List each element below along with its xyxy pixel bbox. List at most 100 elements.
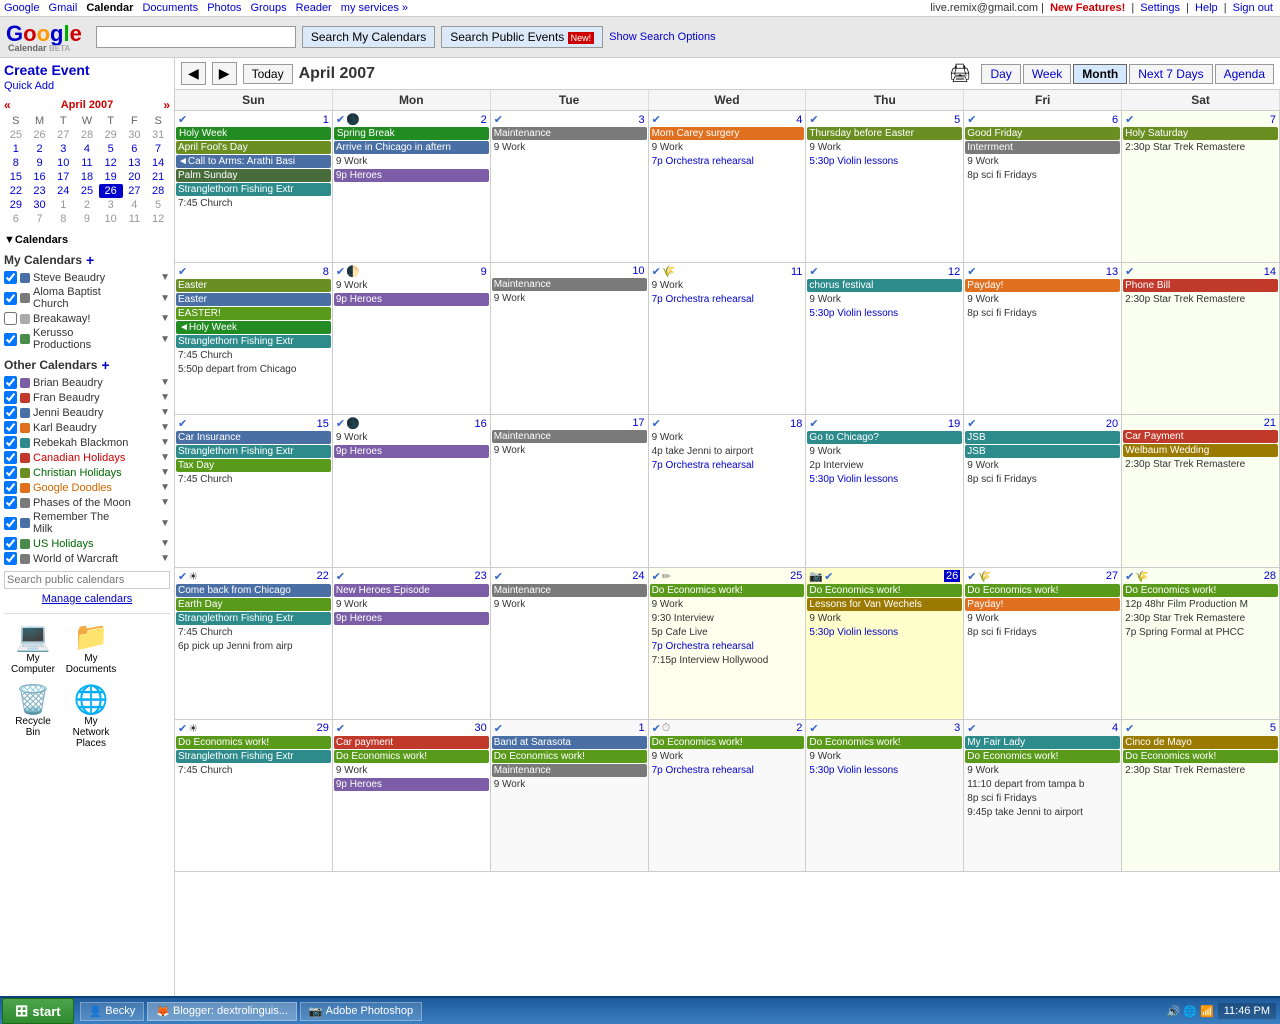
day-number-12[interactable]: 12	[948, 266, 960, 278]
checkmark-icon[interactable]: ✔	[1125, 113, 1134, 126]
checkmark-icon[interactable]: ✔	[1125, 570, 1134, 583]
view-week-button[interactable]: Week	[1023, 64, 1071, 84]
event-8p-scifi-13[interactable]: 8p sci fi Fridays	[965, 307, 1120, 320]
event-9p-heroes-30[interactable]: 9p Heroes	[334, 778, 489, 791]
event-8p-scifi-m4[interactable]: 8p sci fi Fridays	[965, 792, 1120, 805]
event-holy-saturday[interactable]: Holy Saturday	[1123, 127, 1278, 140]
mini-cal-today[interactable]: 26	[99, 184, 123, 198]
event-arrive-chicago[interactable]: Arrive in Chicago in aftern	[334, 141, 489, 154]
event-april-fools[interactable]: April Fool's Day	[176, 141, 331, 154]
mini-cal-day[interactable]: 24	[51, 184, 75, 198]
nav-photos[interactable]: Photos	[207, 2, 241, 14]
checkmark-icon[interactable]: ✔	[178, 265, 187, 278]
mini-cal-day[interactable]: 9	[75, 212, 99, 226]
event-9-work-6[interactable]: 9 Work	[965, 155, 1120, 168]
event-9-work-m4[interactable]: 9 Work	[965, 764, 1120, 777]
event-holy-week[interactable]: Holy Week	[176, 127, 331, 140]
print-icon[interactable]: 🖨	[949, 63, 972, 84]
calendar-checkbox-fran[interactable]	[4, 391, 17, 404]
day-number-16[interactable]: 16	[474, 418, 486, 430]
event-9-work-26[interactable]: 9 Work	[807, 612, 962, 625]
checkmark-icon[interactable]: ✔	[494, 570, 503, 583]
day-number-29[interactable]: 29	[317, 722, 329, 734]
event-9-work-30[interactable]: 9 Work	[334, 764, 489, 777]
event-maintenance-24[interactable]: Maintenance	[492, 584, 647, 597]
checkmark-icon[interactable]: ✔	[178, 722, 187, 735]
mini-cal-day[interactable]: 2	[75, 198, 99, 212]
mini-cal-day[interactable]: 2	[28, 142, 52, 156]
event-do-econ-25[interactable]: Do Economics work!	[650, 584, 805, 597]
taskbar-item-becky[interactable]: 👤 Becky	[80, 1002, 145, 1021]
day-number-19[interactable]: 19	[948, 418, 960, 430]
day-number-13[interactable]: 13	[1106, 266, 1118, 278]
day-number-17[interactable]: 17	[632, 417, 644, 429]
calendar-dropdown-aloma[interactable]: ▼	[160, 293, 170, 304]
event-550-depart-8[interactable]: 5:50p depart from Chicago	[176, 363, 331, 376]
event-palm-sunday[interactable]: Palm Sunday	[176, 169, 331, 182]
settings-link[interactable]: Settings	[1140, 2, 1180, 14]
checkmark-icon[interactable]: ✔	[967, 265, 976, 278]
taskbar-item-blogger[interactable]: 🦊 Blogger: dextrolinguis...	[147, 1002, 297, 1021]
quick-add-link[interactable]: Quick Add	[4, 80, 170, 92]
event-jsb-20[interactable]: JSB	[965, 431, 1120, 444]
checkmark-icon[interactable]: ✔	[967, 417, 976, 430]
event-8p-scifi-27[interactable]: 8p sci fi Fridays	[965, 626, 1120, 639]
event-7p-orchestra-18[interactable]: 7p Orchestra rehearsal	[650, 459, 805, 472]
checkmark-icon[interactable]: ✔	[967, 722, 976, 735]
event-holy-week-2[interactable]: Spring Break	[334, 127, 489, 140]
mini-cal-day[interactable]: 12	[146, 212, 170, 226]
calendar-dropdown-doodles[interactable]: ▼	[160, 482, 170, 493]
mini-cal-day[interactable]: 8	[4, 156, 28, 170]
sign-out-link[interactable]: Sign out	[1233, 2, 1273, 14]
event-9-work-25[interactable]: 9 Work	[650, 598, 805, 611]
event-4p-jenni-18[interactable]: 4p take Jenni to airport	[650, 445, 805, 458]
taskbar-item-photoshop[interactable]: 📷 Adobe Photoshop	[300, 1002, 422, 1021]
start-button[interactable]: ⊞ start	[2, 998, 74, 1024]
event-745-church-22[interactable]: 7:45 Church	[176, 626, 331, 639]
mini-cal-day[interactable]: 10	[99, 212, 123, 226]
mini-cal-prev[interactable]: «	[4, 98, 11, 112]
calendar-dropdown-jenni[interactable]: ▼	[160, 407, 170, 418]
event-745-church-15[interactable]: 7:45 Church	[176, 473, 331, 486]
event-stranglethorn1[interactable]: Stranglethorn Fishing Extr	[176, 183, 331, 196]
show-search-options-link[interactable]: Show Search Options	[609, 31, 715, 43]
event-7p-orchestra-25[interactable]: 7p Orchestra rehearsal	[650, 640, 805, 653]
mini-cal-day[interactable]: 13	[123, 156, 147, 170]
desktop-icon-network[interactable]: 🌐 My Network Places	[66, 683, 116, 749]
event-7p-orchestra-11[interactable]: 7p Orchestra rehearsal	[650, 293, 805, 306]
mini-cal-day[interactable]: 6	[123, 142, 147, 156]
day-number-22[interactable]: 22	[317, 570, 329, 582]
event-do-econ-29[interactable]: Do Economics work!	[176, 736, 331, 749]
event-stranglethorn-22[interactable]: Stranglethorn Fishing Extr	[176, 612, 331, 625]
event-2p-interview-19[interactable]: 2p Interview	[807, 459, 962, 472]
manage-calendars-link[interactable]: Manage calendars	[4, 593, 170, 605]
event-12p-48hr-28[interactable]: 12p 48hr Film Production M	[1123, 598, 1278, 611]
day-number-may5[interactable]: 5	[1270, 722, 1276, 734]
calendar-checkbox-karl[interactable]	[4, 421, 17, 434]
mini-cal-day[interactable]: 20	[123, 170, 147, 184]
mini-cal-day[interactable]: 7	[146, 142, 170, 156]
mini-cal-day[interactable]: 30	[28, 198, 52, 212]
checkmark-icon[interactable]: ✔	[494, 722, 503, 735]
nav-reader[interactable]: Reader	[296, 2, 332, 14]
day-number-28[interactable]: 28	[1264, 570, 1276, 582]
event-9-work-17[interactable]: 9 Work	[492, 444, 647, 457]
mini-cal-day[interactable]: 17	[51, 170, 75, 184]
checkmark-icon[interactable]: ✔	[809, 722, 818, 735]
day-number-14[interactable]: 14	[1264, 266, 1276, 278]
event-230-star-trek-28[interactable]: 2:30p Star Trek Remastere	[1123, 612, 1278, 625]
event-9-work-10[interactable]: 9 Work	[492, 292, 647, 305]
mini-cal-day[interactable]: 10	[51, 156, 75, 170]
checkmark-icon[interactable]: ✔	[336, 417, 345, 430]
calendar-dropdown-brian[interactable]: ▼	[160, 377, 170, 388]
day-number-4[interactable]: 4	[796, 114, 802, 126]
calendar-dropdown-breakaway[interactable]: ▼	[160, 313, 170, 324]
day-number-30[interactable]: 30	[474, 722, 486, 734]
event-9p-heroes-9[interactable]: 9p Heroes	[334, 293, 489, 306]
calendar-dropdown-fran[interactable]: ▼	[160, 392, 170, 403]
event-do-econ-m2[interactable]: Do Economics work!	[650, 736, 805, 749]
checkmark-icon[interactable]: ✔	[1125, 265, 1134, 278]
view-day-button[interactable]: Day	[981, 64, 1020, 84]
checkmark-icon[interactable]: ✔	[336, 722, 345, 735]
event-car-payment-21[interactable]: Car Payment	[1123, 430, 1278, 443]
